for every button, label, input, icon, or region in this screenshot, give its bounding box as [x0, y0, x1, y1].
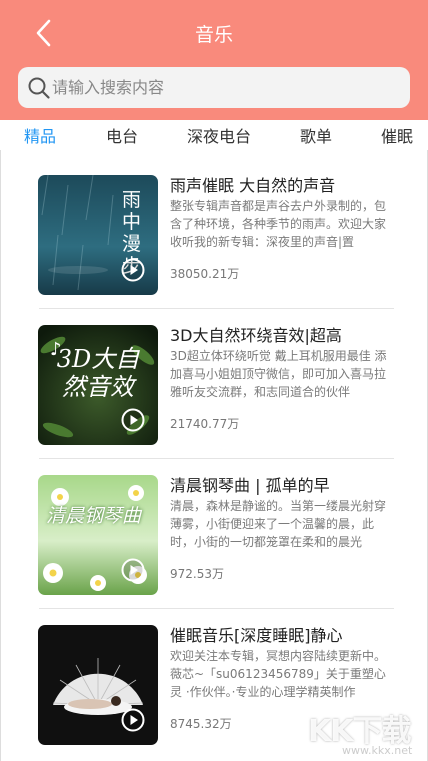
list-item[interactable]: 雨中漫步 雨声催眠 大自然的声音 整张专辑声音都是声谷去户外录制的，包含了种环境…: [1, 150, 428, 300]
list-item[interactable]: 清晨钢琴曲 清晨钢琴曲 | 孤单的早 清晨，森林是静谧的。当第一缕晨光射穿薄雾，…: [1, 450, 428, 600]
album-cover[interactable]: ♪ 3D大自然音效: [38, 325, 158, 445]
album-description: 欢迎关注本专辑，冥想内容陆续更新中。薇芯~「su06123456789」关于重塑…: [170, 649, 387, 699]
cover-title: 清晨钢琴曲: [46, 505, 142, 527]
play-count: 21740.77万: [170, 417, 240, 431]
album-description: 3D超立体环绕听觉 戴上耳机服用最佳 添加喜马小姐姐顶守微信，即可加入喜马拉雅听…: [170, 349, 387, 399]
play-icon[interactable]: [121, 558, 145, 582]
watermark-url: www.kkx.net: [342, 744, 413, 757]
album-title[interactable]: 雨声催眠 大自然的声音: [170, 172, 400, 196]
search-input[interactable]: [52, 67, 392, 108]
album-description: 整张专辑声音都是声谷去户外录制的，包含了种环境，各种季节的雨声。欢迎大家收听我的…: [170, 199, 387, 249]
album-cover[interactable]: [38, 625, 158, 745]
tab-playlists[interactable]: 歌单: [300, 123, 332, 147]
play-icon[interactable]: [121, 708, 145, 732]
album-list[interactable]: 雨中漫步 雨声催眠 大自然的声音 整张专辑声音都是声谷去户外录制的，包含了种环境…: [0, 150, 428, 761]
app-header: 音乐: [0, 0, 428, 120]
cover-title: 3D大自然音效: [56, 345, 140, 401]
album-cover[interactable]: 清晨钢琴曲: [38, 475, 158, 595]
page-title: 音乐: [194, 24, 233, 46]
search-bar[interactable]: [18, 67, 410, 108]
play-count: 38050.21万: [170, 267, 240, 281]
search-icon: [28, 77, 50, 99]
album-title[interactable]: 催眠音乐[深度睡眠]静心: [170, 622, 400, 646]
tab-radio[interactable]: 电台: [106, 123, 138, 147]
play-icon[interactable]: [121, 408, 145, 432]
tab-sleep[interactable]: 催眠: [381, 123, 413, 147]
album-description: 清晨，森林是静谧的。当第一缕晨光射穿薄雾，小街便迎来了一个温馨的晨，此时，小街的…: [170, 499, 387, 549]
play-count: 972.53万: [170, 567, 224, 581]
album-title[interactable]: 清晨钢琴曲 | 孤单的早: [170, 472, 400, 496]
album-title[interactable]: 3D大自然环绕音效|超高: [170, 322, 400, 346]
tab-featured[interactable]: 精品: [24, 123, 56, 147]
play-icon[interactable]: [121, 258, 145, 282]
tab-late-night-radio[interactable]: 深夜电台: [187, 123, 251, 147]
site-watermark: KK下载 www.kkx.net: [308, 706, 418, 758]
list-item[interactable]: ♪ 3D大自然音效 3D大自然环绕音效|超高 3D超立体环绕听觉 戴上耳机服用最…: [1, 300, 428, 450]
category-tabs: 精品 电台 深夜电台 歌单 催眠: [0, 120, 428, 150]
album-cover[interactable]: 雨中漫步: [38, 175, 158, 295]
play-count: 8745.32万: [170, 717, 232, 731]
